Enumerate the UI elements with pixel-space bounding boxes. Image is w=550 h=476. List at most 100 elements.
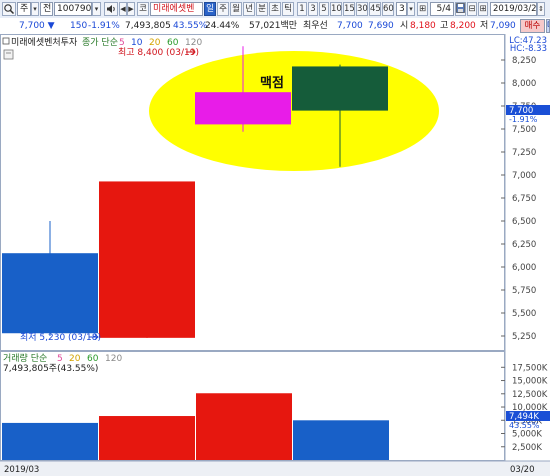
date-input[interactable]: 2019/03/20: [490, 2, 542, 16]
price-tick-label-7500: 7,500: [512, 125, 536, 135]
low-price: 7,090: [490, 21, 516, 31]
stock-code-value: 100790: [57, 4, 92, 14]
date-spin-arrows[interactable]: ⇕: [537, 2, 545, 16]
prev-stock-icon[interactable]: ◀: [119, 2, 127, 16]
current-price-marker-pct: -1.91%: [509, 115, 538, 124]
tab-period-month[interactable]: 월: [230, 2, 242, 16]
annotation-label: 맥점: [260, 75, 284, 91]
price-tick-label-8250: 8,250: [512, 56, 536, 66]
high-label: 고: [440, 21, 449, 31]
priority-label: 최우선: [303, 21, 328, 31]
interval-60[interactable]: 60: [382, 2, 394, 16]
price-ma-label-2: 20: [149, 38, 161, 48]
current-volume-marker-pct: 43.55%: [509, 421, 540, 430]
market-select[interactable]: 주: [17, 2, 31, 16]
sell-button[interactable]: 매도: [546, 19, 550, 33]
stock-chart[interactable]: 미래에셋벤처투자 종가 단순 5 10 20 60 120 최고 8,400 (03/1…: [0, 34, 550, 476]
bid-price: 7,700: [337, 21, 363, 31]
page-indicator[interactable]: 5/4: [430, 2, 454, 16]
tab-period-week[interactable]: 주: [217, 2, 229, 16]
interval-dropdown-arrow[interactable]: ▾: [407, 2, 415, 16]
floppy-icon: [456, 3, 465, 13]
price-ma-label-3: 60: [167, 38, 179, 48]
annotation-candle-body-1: [292, 66, 388, 111]
period-type-label: 전: [43, 4, 52, 14]
tab-period-year[interactable]: 년: [243, 2, 255, 16]
price-panel-title: 미래에셋벤처투자: [11, 36, 78, 48]
volume-ratio-a: 43.55%: [173, 21, 208, 31]
candle-body-1: [99, 181, 195, 338]
layout-tool-button[interactable]: ⊞: [417, 2, 428, 16]
price-tick-label-6750: 6,750: [512, 194, 536, 204]
volume-bar-2: [196, 393, 292, 460]
save-button[interactable]: [455, 2, 466, 16]
toolbar: 주 ▾ 전 100790 ▾ ◀ ▶ 코 미래에셋벤 일 주 월 년 분 초 틱…: [0, 0, 550, 19]
annotation-candle-body-0: [195, 92, 291, 125]
price-tick-label-5750: 5,750: [512, 286, 536, 296]
search-icon[interactable]: [2, 2, 16, 16]
price-ma-label-1: 10: [131, 38, 143, 48]
page-indicator-value: 5/4: [436, 4, 451, 14]
interval-input[interactable]: 3: [396, 2, 407, 16]
interval-45[interactable]: 45: [369, 2, 381, 16]
volume-bar-1: [99, 416, 195, 460]
footer-start-date: 2019/03: [4, 465, 39, 475]
tool-button-1[interactable]: ⊟: [467, 2, 477, 16]
interval-3[interactable]: 3: [308, 2, 318, 16]
interval-10[interactable]: 10: [330, 2, 342, 16]
period-type-select[interactable]: 전: [40, 2, 53, 16]
volume-tick-label-17500: 17,500K: [512, 363, 548, 373]
price-ma-label-0: 5: [119, 38, 125, 48]
date-value: 2019/03/20: [493, 4, 542, 14]
panel-menu-icon[interactable]: [3, 49, 14, 60]
magnifier-icon: [4, 4, 15, 15]
price-indicator-label: 종가 단순: [82, 37, 118, 48]
price-tick-label-6000: 6,000: [512, 263, 536, 273]
interval-5[interactable]: 5: [319, 2, 329, 16]
quote-info-row: 7,700 ▼ 150 -1.91% 7,493,805 43.55% 24.4…: [0, 18, 550, 35]
interval-15[interactable]: 15: [343, 2, 355, 16]
volume-tick-label-15000: 15,000K: [512, 377, 548, 387]
open-label: 시: [400, 21, 409, 31]
price-tick-label-6250: 6,250: [512, 240, 536, 250]
code-dropdown-arrow[interactable]: ▾: [92, 2, 101, 16]
high-price: 8,200: [450, 21, 476, 31]
price-tick-label-5500: 5,500: [512, 309, 536, 319]
volume-ma-label-0: 5: [57, 354, 63, 364]
hc-label: HC:-8.33: [510, 44, 547, 54]
speaker-icon[interactable]: [104, 2, 118, 16]
market-dropdown-arrow[interactable]: ▾: [31, 2, 39, 16]
price-tick-label-7000: 7,000: [512, 171, 536, 181]
volume-bar-3: [293, 420, 389, 460]
footer-bar: [0, 461, 550, 476]
low-note: 최저 5,230 (03/18): [20, 332, 101, 343]
panel-collapse-icon[interactable]: [2, 37, 10, 45]
footer-end-date: 03/20: [510, 465, 535, 475]
tab-period-minute[interactable]: 분: [256, 2, 268, 16]
market-label: 주: [20, 4, 29, 14]
stock-name-field[interactable]: 미래에셋벤: [150, 2, 203, 16]
price-ma-label-4: 120: [185, 38, 202, 48]
volume-tick-label-12500: 12,500K: [512, 390, 548, 400]
price-tick-label-5250: 5,250: [512, 332, 536, 342]
speaker-glyph-icon: [107, 5, 115, 13]
volume-total-text: 7,493,805주(43.55%): [3, 363, 98, 374]
tab-period-day[interactable]: 일: [204, 2, 216, 16]
current-price: 7,700 ▼: [19, 21, 55, 31]
tool-button-2[interactable]: ⊞: [478, 2, 488, 16]
interval-1[interactable]: 1: [297, 2, 307, 16]
next-stock-icon[interactable]: ▶: [127, 2, 135, 16]
candle-body-0: [2, 253, 98, 334]
stock-name-value: 미래에셋벤: [153, 4, 195, 14]
interval-value: 3: [399, 4, 405, 14]
buy-button[interactable]: 매수: [520, 19, 545, 33]
trade-volume: 7,493,805: [125, 21, 171, 31]
price-tick-label-6500: 6,500: [512, 217, 536, 227]
volume-ma-label-1: 20: [69, 354, 81, 364]
stock-code-input[interactable]: 100790: [54, 2, 92, 16]
interval-30[interactable]: 30: [356, 2, 368, 16]
tab-period-second[interactable]: 초: [269, 2, 281, 16]
tab-period-tick[interactable]: 틱: [282, 2, 294, 16]
volume-tick-label-2500: 2,500K: [512, 443, 542, 453]
index-button[interactable]: 코: [137, 2, 149, 16]
